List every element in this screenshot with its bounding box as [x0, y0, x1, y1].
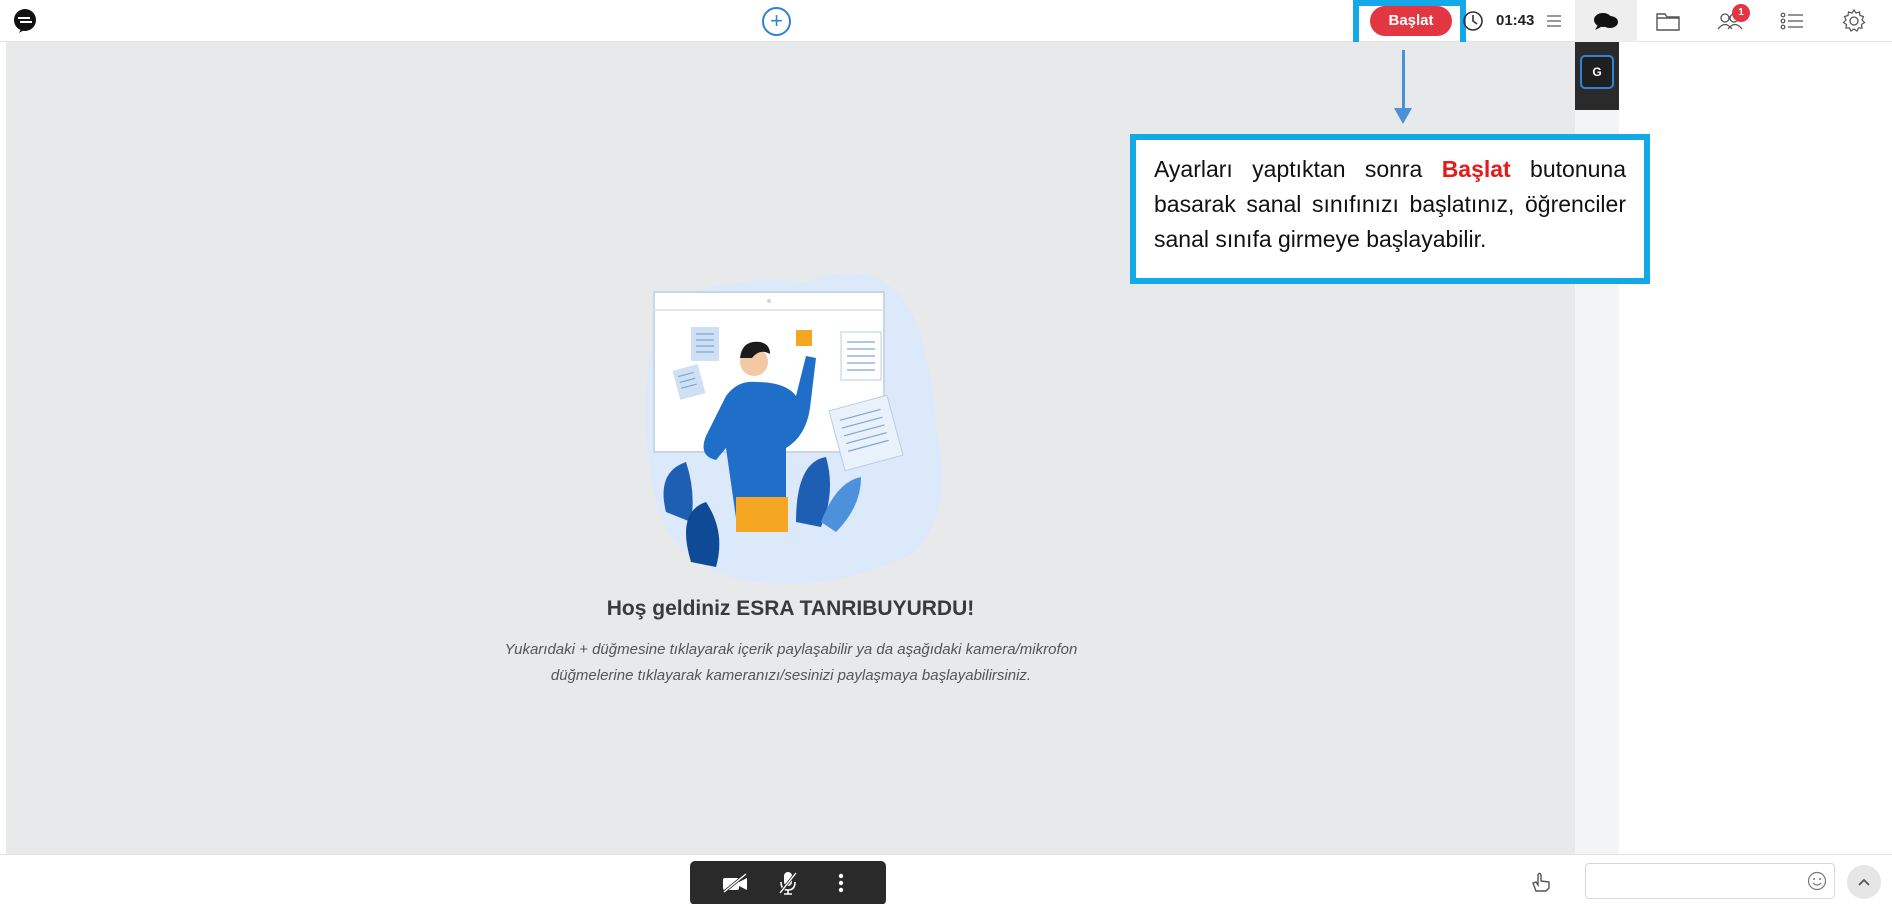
tab-files[interactable]	[1637, 0, 1699, 42]
participants-badge: 1	[1732, 4, 1750, 22]
callout-text-before: Ayarları yaptıktan sonra	[1154, 156, 1442, 182]
media-controls	[690, 861, 886, 904]
welcome-prefix: Hoş geldiniz	[606, 597, 737, 620]
callout-highlight: Başlat	[1441, 156, 1511, 182]
add-content-button[interactable]: +	[762, 7, 791, 36]
list-icon	[1780, 12, 1803, 30]
more-vertical-icon	[839, 873, 844, 893]
chat-message-input[interactable]	[1585, 863, 1835, 899]
welcome-suffix: !	[967, 597, 975, 620]
top-bar: + Başlat 01:43	[0, 0, 1575, 50]
tab-list[interactable]	[1761, 0, 1823, 42]
raise-hand-icon[interactable]	[1530, 869, 1552, 893]
instruction-callout: Ayarları yaptıktan sonra Başlat butonuna…	[1130, 134, 1650, 284]
camera-off-icon	[722, 872, 747, 894]
menu-icon[interactable]	[1545, 10, 1563, 32]
microphone-toggle-button[interactable]	[771, 868, 805, 898]
tab-chat[interactable]	[1575, 0, 1637, 42]
welcome-title: Hoş geldiniz ESRA TANRIBUYURDU!	[6, 597, 1575, 621]
participant-avatar[interactable]: G	[1580, 55, 1614, 89]
tab-settings[interactable]	[1823, 0, 1885, 42]
callout-arrow-head	[1394, 108, 1412, 124]
chat-icon	[1594, 13, 1618, 30]
welcome-description: Yukarıdaki + düğmesine tıklayarak içerik…	[504, 641, 1078, 684]
folder-icon	[1656, 13, 1680, 31]
clock-icon	[1463, 11, 1483, 31]
chevron-up-icon	[1858, 878, 1870, 886]
more-options-button[interactable]	[824, 868, 858, 898]
scroll-up-button[interactable]	[1847, 865, 1881, 899]
camera-toggle-button[interactable]	[718, 868, 752, 898]
welcome-illustration	[646, 273, 943, 584]
user-name: ESRA TANRIBUYURDU	[736, 597, 968, 620]
tab-participants[interactable]: 1	[1699, 0, 1761, 42]
emoji-icon[interactable]	[1807, 871, 1827, 891]
session-timer: 01:43	[1496, 12, 1535, 29]
gear-icon	[1842, 8, 1866, 32]
participant-video-tile: G	[1575, 42, 1619, 110]
callout-arrow-line	[1402, 50, 1405, 110]
bottom-bar	[0, 854, 1575, 904]
chat-input-bar	[1575, 854, 1892, 904]
app-logo-icon[interactable]	[12, 8, 38, 34]
chat-panel	[1619, 42, 1892, 854]
microphone-off-icon	[778, 872, 798, 895]
side-panel-tabs: 1	[1575, 0, 1892, 42]
virtual-classroom-app: + Başlat 01:43 1 Hoş geldiniz ESRA TANRI…	[0, 0, 1892, 904]
